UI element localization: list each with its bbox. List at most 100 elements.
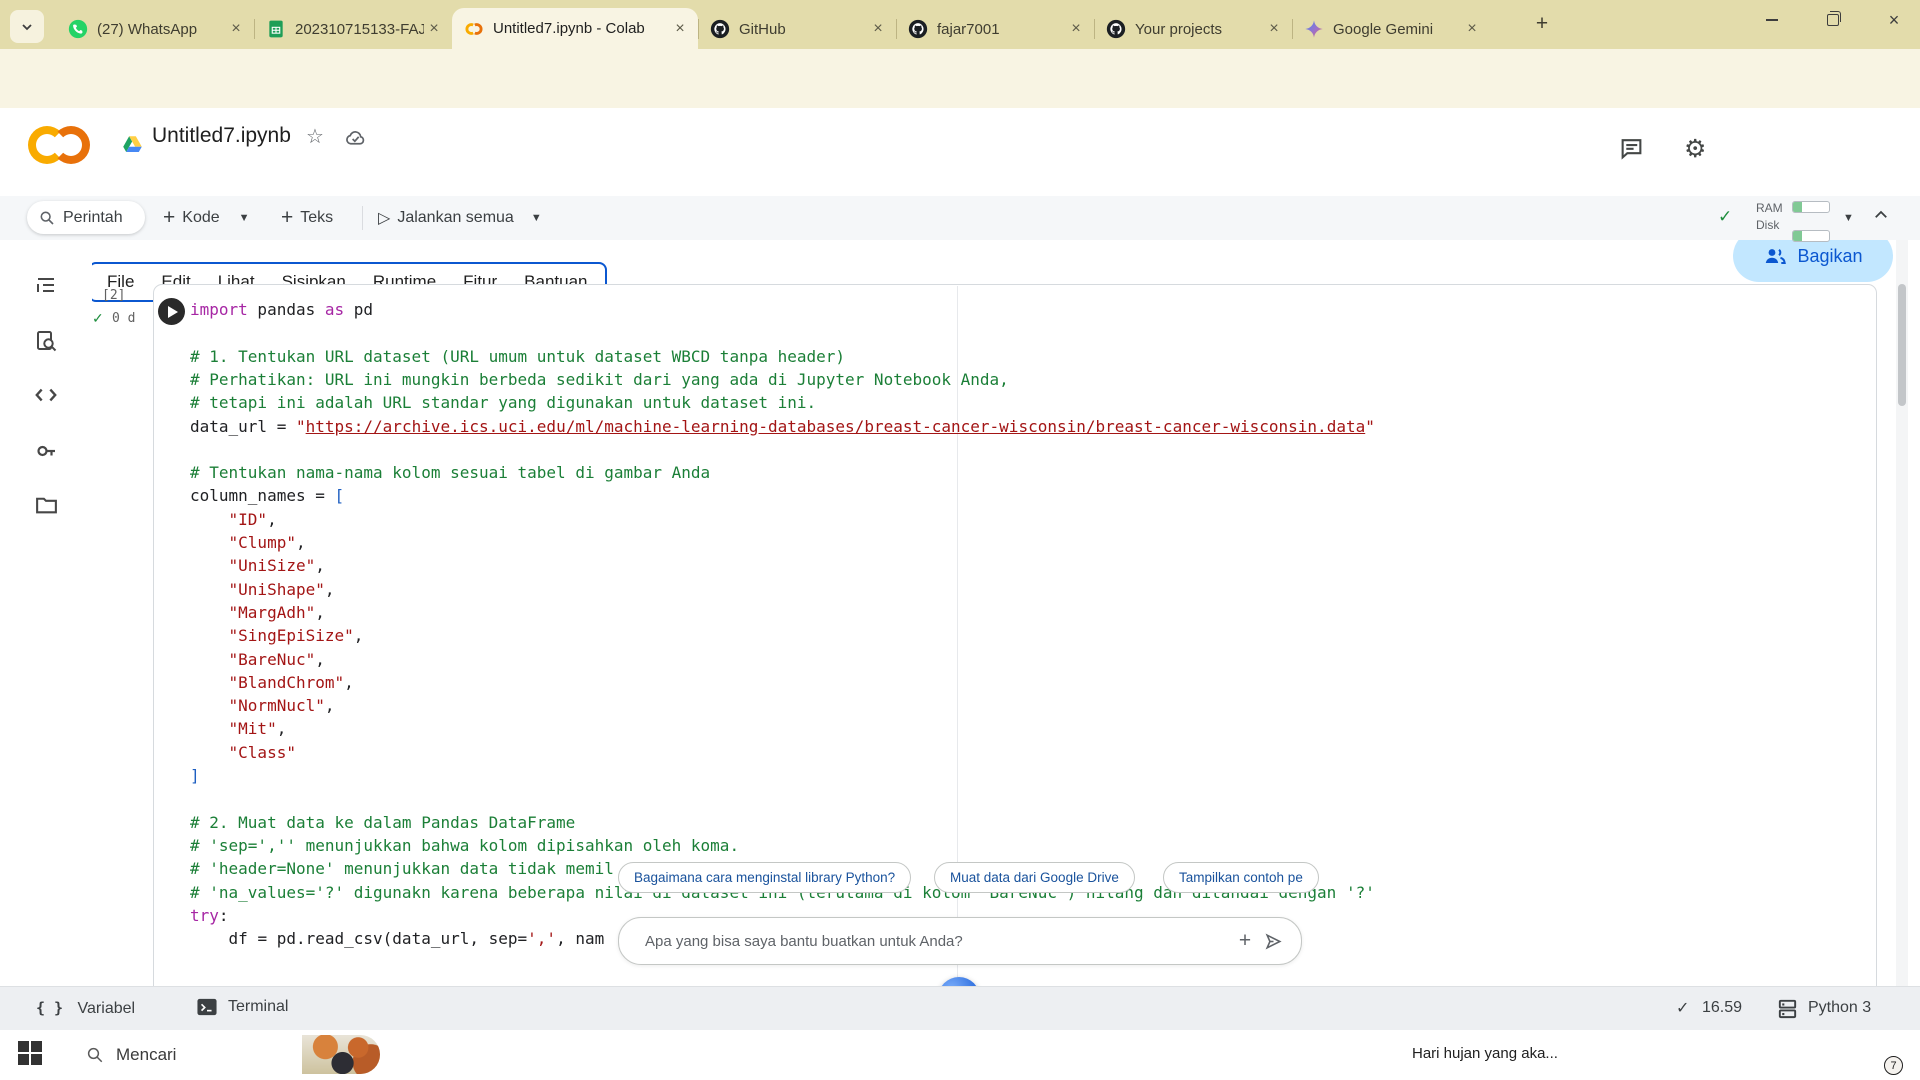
plus-icon: + [281,206,293,230]
execution-time: 0 d [112,311,135,326]
code-line-27: try: [190,904,229,927]
suggestion-chip-2[interactable]: Muat data dari Google Drive [934,862,1135,893]
screen: (27) WhatsApp×202310715133-FAJAR×Untitle… [0,0,1920,1080]
run-all-label: Jalankan semua [397,209,514,227]
colab-logo [28,126,90,166]
window-close-button[interactable]: × [1871,0,1917,40]
add-code-label: Kode [182,209,219,227]
code-line-20: "Class" [190,741,296,764]
tab-search-button[interactable] [10,10,44,43]
notebook-toolbar: Perintah + Kode ▼ + Teks ▷ Jalankan semu… [0,196,1920,240]
code-line-13: "UniShape", [190,578,335,601]
minimize-icon [1766,19,1778,21]
browser-toolbar: ← → colab.research.google.com/drive/1qOM… [0,49,1920,108]
plus-icon: + [163,206,175,230]
tab-close-icon[interactable]: × [1462,19,1482,39]
command-palette-button[interactable]: Perintah [27,201,145,234]
kernel-label[interactable]: Python 3 [1808,999,1871,1017]
collapse-toolbar-button[interactable] [1872,206,1890,224]
start-button[interactable] [18,1041,43,1066]
tab-close-icon[interactable]: × [1066,19,1086,39]
window-restore-button[interactable] [1810,0,1856,40]
browser-tab-3[interactable]: Untitled7.ipynb - Colab× [452,8,698,49]
github-icon [908,19,928,39]
colab-icon [464,19,484,39]
scrollbar-thumb[interactable] [1898,284,1906,406]
browser-tab-2[interactable]: 202310715133-FAJAR× [254,9,452,49]
add-code-button[interactable]: + Kode ▼ [163,196,250,240]
tab-close-icon[interactable]: × [868,19,888,39]
tab-close-icon[interactable]: × [424,19,444,39]
code-line-16: "BareNuc", [190,648,325,671]
code-line-3: # 1. Tentukan URL dataset (URL umum untu… [190,345,845,368]
suggestion-chip-3[interactable]: Tampilkan contoh pe [1163,862,1319,893]
cloud-saved-icon [344,127,367,150]
execution-count: [2] [102,288,125,303]
run-all-button[interactable]: ▷ Jalankan semua ▼ [378,196,542,240]
chevron-down-icon[interactable]: ▼ [239,212,250,224]
run-cell-button[interactable] [158,298,185,325]
play-icon [168,306,178,318]
saved-check-icon: ✓ [1676,998,1689,1018]
code-snippets-icon[interactable] [32,381,60,409]
tab-close-icon[interactable]: × [226,19,246,39]
code-line-21: ] [190,764,200,787]
search-icon [86,1046,104,1064]
code-line-1: import pandas as pd [190,298,373,321]
notebook-title[interactable]: Untitled7.ipynb [152,124,291,148]
runtime-icon[interactable] [1776,997,1799,1020]
code-line-24: # 'sep=','' menunjukkan bahwa kolom dipi… [190,834,739,857]
executed-check-icon: ✓ [92,310,104,327]
command-label: Perintah [63,209,123,227]
gemini-icon [1304,19,1324,39]
suggestion-chip-1[interactable]: Bagaimana cara menginstal library Python… [618,862,911,893]
send-icon[interactable] [1259,927,1287,955]
settings-gear-icon[interactable]: ⚙ [1684,134,1706,164]
code-line-11: "Clump", [190,531,306,554]
tab-title: (27) WhatsApp [97,21,226,38]
chevron-down-icon [20,20,34,34]
assistant-chat-bar[interactable]: + [618,917,1302,965]
code-line-4: # Perhatikan: URL ini mungkin berbeda se… [190,368,1009,391]
browser-tab-1[interactable]: (27) WhatsApp× [56,9,254,49]
tab-close-icon[interactable]: × [1264,19,1284,39]
search-icon [39,210,55,226]
chevron-down-icon[interactable]: ▼ [531,212,542,224]
share-label: Bagikan [1797,246,1862,267]
disk-label: Disk [1756,218,1779,232]
browser-tab-5[interactable]: fajar7001× [896,9,1094,49]
add-text-label: Teks [300,209,333,227]
star-icon[interactable]: ☆ [306,124,324,149]
comment-icon[interactable] [1619,136,1644,161]
code-line-19: "Mit", [190,717,286,740]
terminal-button[interactable]: Terminal [196,997,288,1017]
window-minimize-button[interactable] [1749,0,1795,40]
browser-tab-6[interactable]: Your projects× [1094,9,1292,49]
variables-button[interactable]: { } Variabel [36,999,135,1018]
assistant-chat-input[interactable] [643,932,1231,951]
tab-close-icon[interactable]: × [670,19,690,39]
browser-tab-4[interactable]: GitHub× [698,9,896,49]
search-highlight-image[interactable] [302,1035,380,1074]
table-of-contents-icon[interactable] [32,271,60,299]
secrets-key-icon[interactable] [32,437,60,465]
tab-title: 202310715133-FAJAR [295,21,424,38]
find-replace-icon[interactable] [32,327,60,355]
resources-dropdown[interactable]: ▼ [1843,212,1854,224]
browser-tab-7[interactable]: Google Gemini× [1292,9,1490,49]
terminal-label: Terminal [228,998,288,1016]
code-line-10: "ID", [190,508,277,531]
new-tab-button[interactable]: + [1528,14,1556,36]
add-text-button[interactable]: + Teks [281,196,333,240]
disk-meter [1792,230,1830,242]
files-folder-icon[interactable] [32,491,60,519]
code-line-9: column_names = [ [190,484,344,507]
left-sidebar-rail [0,240,92,986]
code-line-6: data_url = "https://archive.ics.uci.edu/… [190,415,1375,438]
taskbar-search[interactable]: Mencari [70,1035,380,1074]
tab-list: (27) WhatsApp×202310715133-FAJAR×Untitle… [56,0,1490,49]
tab-title: Google Gemini [1333,21,1462,38]
terminal-icon [196,997,218,1017]
weather-text[interactable]: Hari hujan yang aka... [1412,1045,1598,1062]
attach-plus-icon[interactable]: + [1231,927,1259,955]
